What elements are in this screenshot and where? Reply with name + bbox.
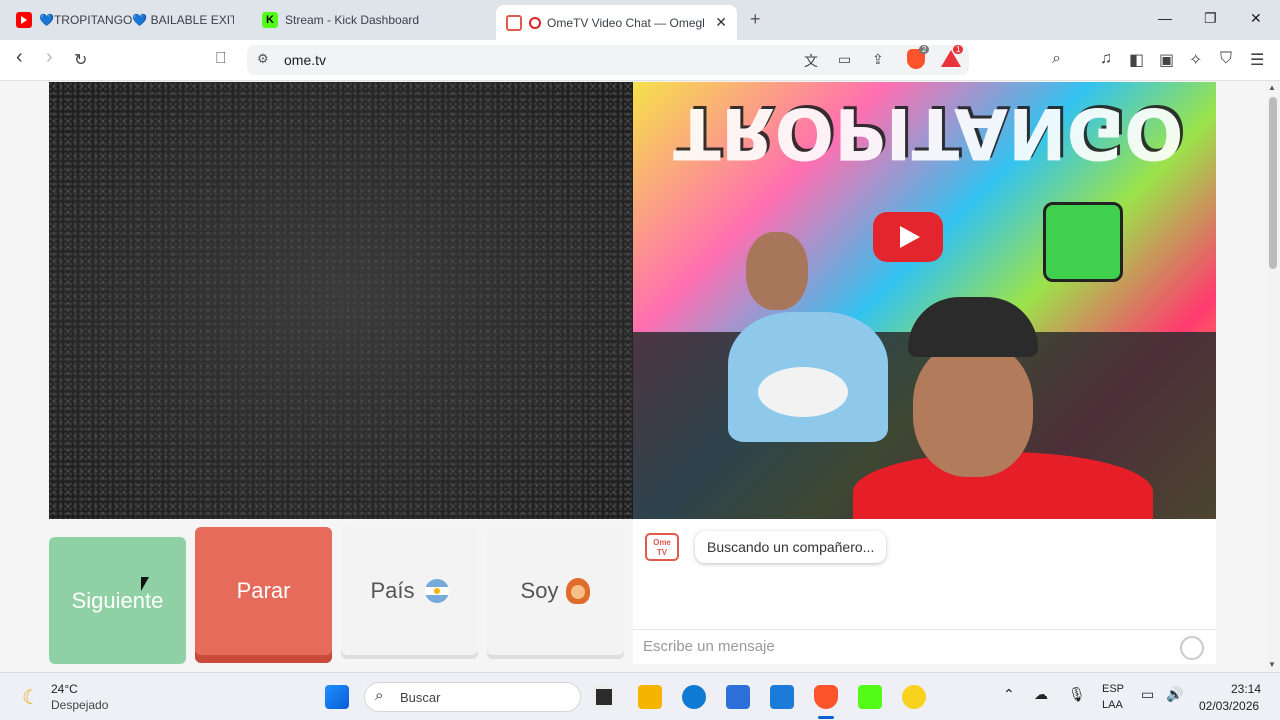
windows-taskbar: ☾ 24°C Despejado ⌕ Buscar ⌃ ☁ 🎙 ESP LAA … [0, 672, 1280, 720]
recording-icon [529, 16, 541, 29]
taskbar-search-label: Buscar [400, 690, 441, 705]
file-explorer-icon[interactable] [638, 685, 662, 709]
shields-badge: 2 [919, 45, 930, 54]
tab-ometv[interactable]: OmeTV Video Chat — Omegl ✕ [496, 5, 737, 40]
outlook-icon[interactable] [770, 685, 794, 709]
graffiti-wall: TROPITANGO [673, 92, 1184, 174]
address-bar[interactable]: ⚙ ome.tv 文 ▭ ⇪ 2 1 [247, 45, 969, 75]
next-button[interactable]: Siguiente [49, 537, 186, 664]
partner-video-placeholder [49, 82, 633, 519]
store-icon[interactable] [726, 685, 750, 709]
tab-title: 💙TROPITANGO💙 BAILABLE EXITO [39, 13, 234, 27]
reload-icon[interactable]: ↻ [74, 50, 87, 70]
leo-ai-icon[interactable]: ✧ [1189, 50, 1202, 70]
kick-icon: K [262, 12, 278, 28]
browser-toolbar: ‹ › ↻ ⎕ ⚙ ome.tv 文 ▭ ⇪ 2 1 ⌕ ♫ ◧ ▣ ✧ ⛉ ☰ [0, 40, 1280, 81]
close-tab-icon[interactable]: ✕ [715, 14, 727, 31]
sidebar-icon[interactable]: ◧ [1129, 50, 1144, 70]
back-icon[interactable]: ‹ [16, 46, 23, 69]
person-front [853, 297, 1213, 519]
cat [758, 367, 848, 417]
argentina-flag-icon [424, 579, 449, 603]
volume-icon[interactable]: 🔊 [1166, 686, 1183, 703]
chat-status-message: Buscando un compañero... [695, 531, 887, 563]
chat-message-input[interactable] [643, 638, 1163, 655]
tab-title: OmeTV Video Chat — Omegl [547, 15, 705, 30]
menu-icon[interactable]: ☰ [1250, 50, 1264, 70]
woman-emoji-icon [566, 578, 591, 604]
clock-date[interactable]: 02/03/2026 [1199, 699, 1259, 713]
scroll-down-icon[interactable]: ▼ [1268, 660, 1276, 669]
display-icon[interactable]: ▭ [1141, 686, 1154, 703]
streaming-app-icon[interactable] [902, 685, 926, 709]
tab-strip: 💙TROPITANGO💙 BAILABLE EXITO K Stream - K… [0, 0, 1280, 40]
task-view-icon[interactable] [592, 685, 616, 709]
emoji-picker-icon[interactable] [1180, 636, 1204, 660]
restore-button[interactable]: ❐ [1204, 10, 1217, 27]
cast-icon[interactable]: ▭ [838, 51, 851, 68]
tab-tropitango[interactable]: 💙TROPITANGO💙 BAILABLE EXITO [6, 5, 244, 35]
ometv-icon [506, 14, 522, 31]
rewards-badge: 1 [953, 45, 964, 54]
edge-icon[interactable] [682, 685, 706, 709]
microphone-icon[interactable]: 🎙 [1068, 686, 1086, 703]
local-webcam-video: TROPITANGO [633, 82, 1216, 519]
moon-weather-icon: ☾ [22, 687, 40, 709]
stop-button-label: Parar [236, 578, 291, 603]
tab-search-icon[interactable]: ⌕ [1052, 50, 1061, 68]
chat-panel: Ome TV Buscando un compañero... [633, 519, 1216, 664]
ometv-logo-icon: Ome TV [645, 533, 679, 561]
tab-title: Stream - Kick Dashboard [285, 13, 420, 27]
site-info-icon[interactable]: ⚙ [257, 51, 269, 67]
language-line2[interactable]: LAA [1102, 699, 1123, 711]
country-button[interactable]: País [341, 527, 478, 655]
weather-condition[interactable]: Despejado [51, 698, 108, 712]
brave-taskbar-icon[interactable] [814, 685, 838, 709]
language-line1[interactable]: ESP [1102, 683, 1124, 695]
clock-time[interactable]: 23:14 [1231, 682, 1261, 696]
mouse-cursor [141, 577, 149, 591]
taskbar-search[interactable]: ⌕ Buscar [364, 682, 581, 712]
forward-icon[interactable]: › [46, 46, 53, 69]
gender-button-label: Soy [520, 578, 559, 603]
minimize-button[interactable]: — [1158, 10, 1172, 26]
kick-taskbar-icon[interactable] [858, 685, 882, 709]
tray-overflow-icon[interactable]: ⌃ [1003, 686, 1015, 703]
wallet-icon[interactable]: ▣ [1159, 50, 1174, 70]
stop-button[interactable]: Parar [195, 527, 332, 655]
page-scrollbar[interactable]: ▲ ▼ [1266, 81, 1280, 672]
weather-temp[interactable]: 24°C [51, 682, 78, 696]
scroll-up-icon[interactable]: ▲ [1268, 83, 1276, 92]
scrollbar-thumb[interactable] [1269, 97, 1277, 269]
vpn-icon[interactable]: ⛉ [1220, 50, 1232, 68]
windows-start-icon[interactable] [325, 685, 349, 709]
url-text[interactable]: ome.tv [284, 52, 326, 68]
close-window-button[interactable]: ✕ [1250, 10, 1262, 27]
media-icon[interactable]: ♫ [1100, 50, 1112, 68]
chat-input-bar [633, 629, 1216, 664]
active-app-indicator [818, 716, 834, 719]
country-button-label: País [370, 578, 415, 603]
network-icon[interactable]: ☁ [1034, 686, 1048, 703]
share-icon[interactable]: ⇪ [872, 51, 884, 68]
search-icon: ⌕ [375, 687, 384, 704]
kick-logo-graffiti [1043, 202, 1123, 282]
bookmark-icon[interactable]: ⎕ [216, 50, 226, 68]
gender-button[interactable]: Soy [487, 527, 624, 655]
next-button-label: Siguiente [71, 587, 164, 613]
tab-kick-dashboard[interactable]: K Stream - Kick Dashboard [252, 5, 492, 35]
new-tab-button[interactable]: + [750, 9, 761, 30]
translate-icon[interactable]: 文 [804, 51, 818, 71]
youtube-icon [16, 12, 32, 28]
